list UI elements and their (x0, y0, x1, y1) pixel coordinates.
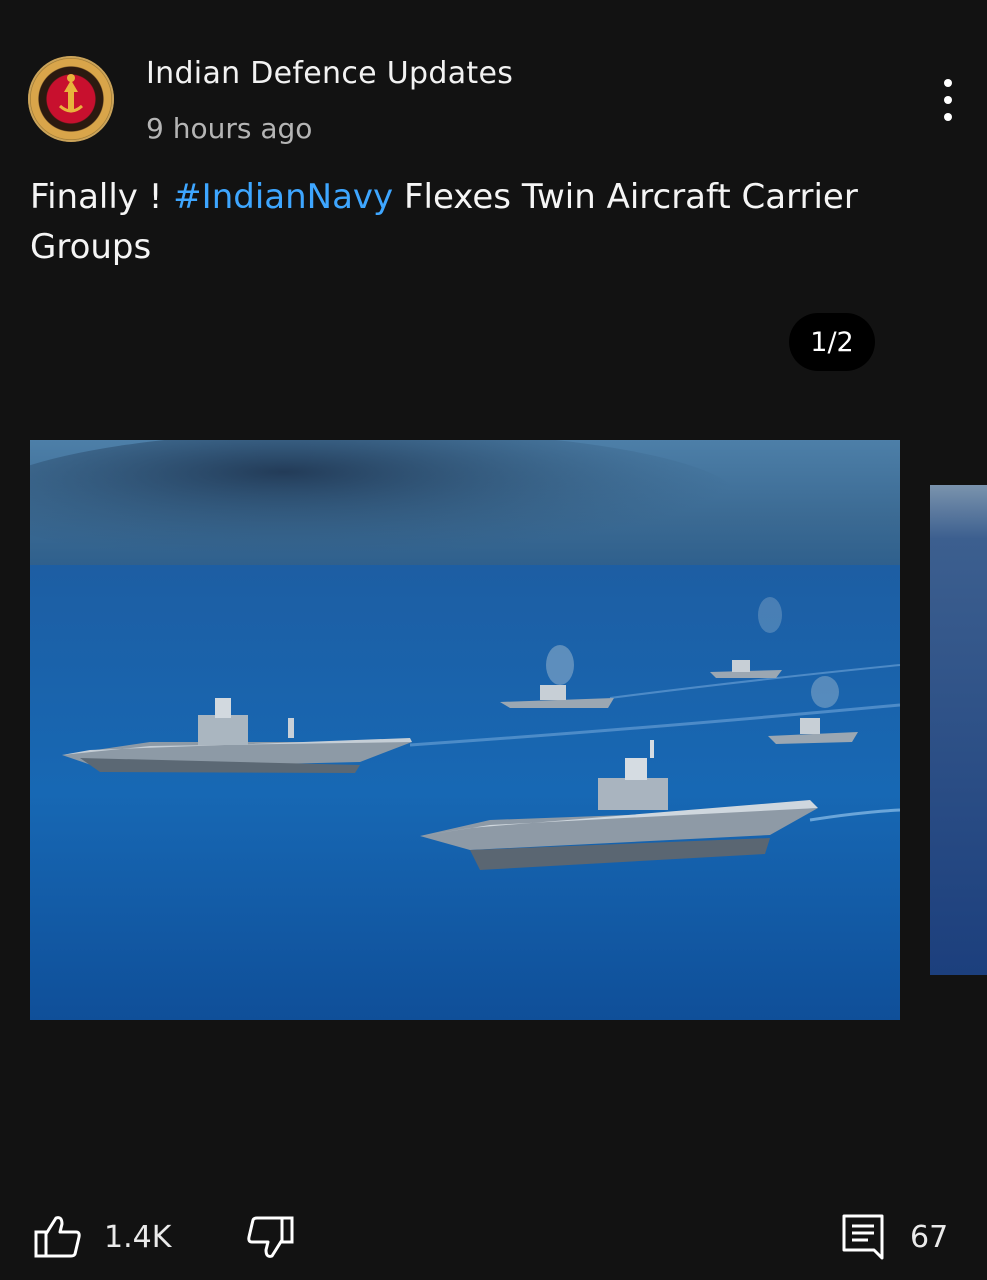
post-timestamp: 9 hours ago (146, 112, 313, 145)
channel-avatar[interactable] (28, 56, 114, 142)
like-count: 1.4K (104, 1220, 172, 1255)
more-options-button[interactable] (926, 76, 970, 124)
post-text-prefix: Finally ! (30, 177, 174, 217)
action-bar: 1.4K 67 (0, 1200, 987, 1280)
post-text: Finally ! #IndianNavy Flexes Twin Aircra… (30, 172, 910, 272)
like-button[interactable] (32, 1210, 84, 1262)
channel-name[interactable]: Indian Defence Updates (146, 56, 513, 91)
next-image-preview[interactable] (930, 485, 987, 975)
more-vert-icon (944, 79, 952, 87)
next-photo-thumbnail (930, 485, 987, 975)
dislike-button[interactable] (244, 1212, 296, 1264)
carrier-group-photo (30, 440, 900, 1020)
image-counter-badge: 1/2 (789, 313, 875, 371)
comment-icon (842, 1214, 884, 1260)
comment-count: 67 (910, 1220, 949, 1255)
comments-button[interactable] (838, 1210, 890, 1262)
thumbs-down-icon (247, 1216, 294, 1258)
channel-logo-icon (47, 74, 95, 123)
hashtag-link[interactable]: #IndianNavy (173, 177, 393, 217)
thumbs-up-icon (34, 1216, 81, 1258)
post-image[interactable] (30, 440, 900, 1020)
